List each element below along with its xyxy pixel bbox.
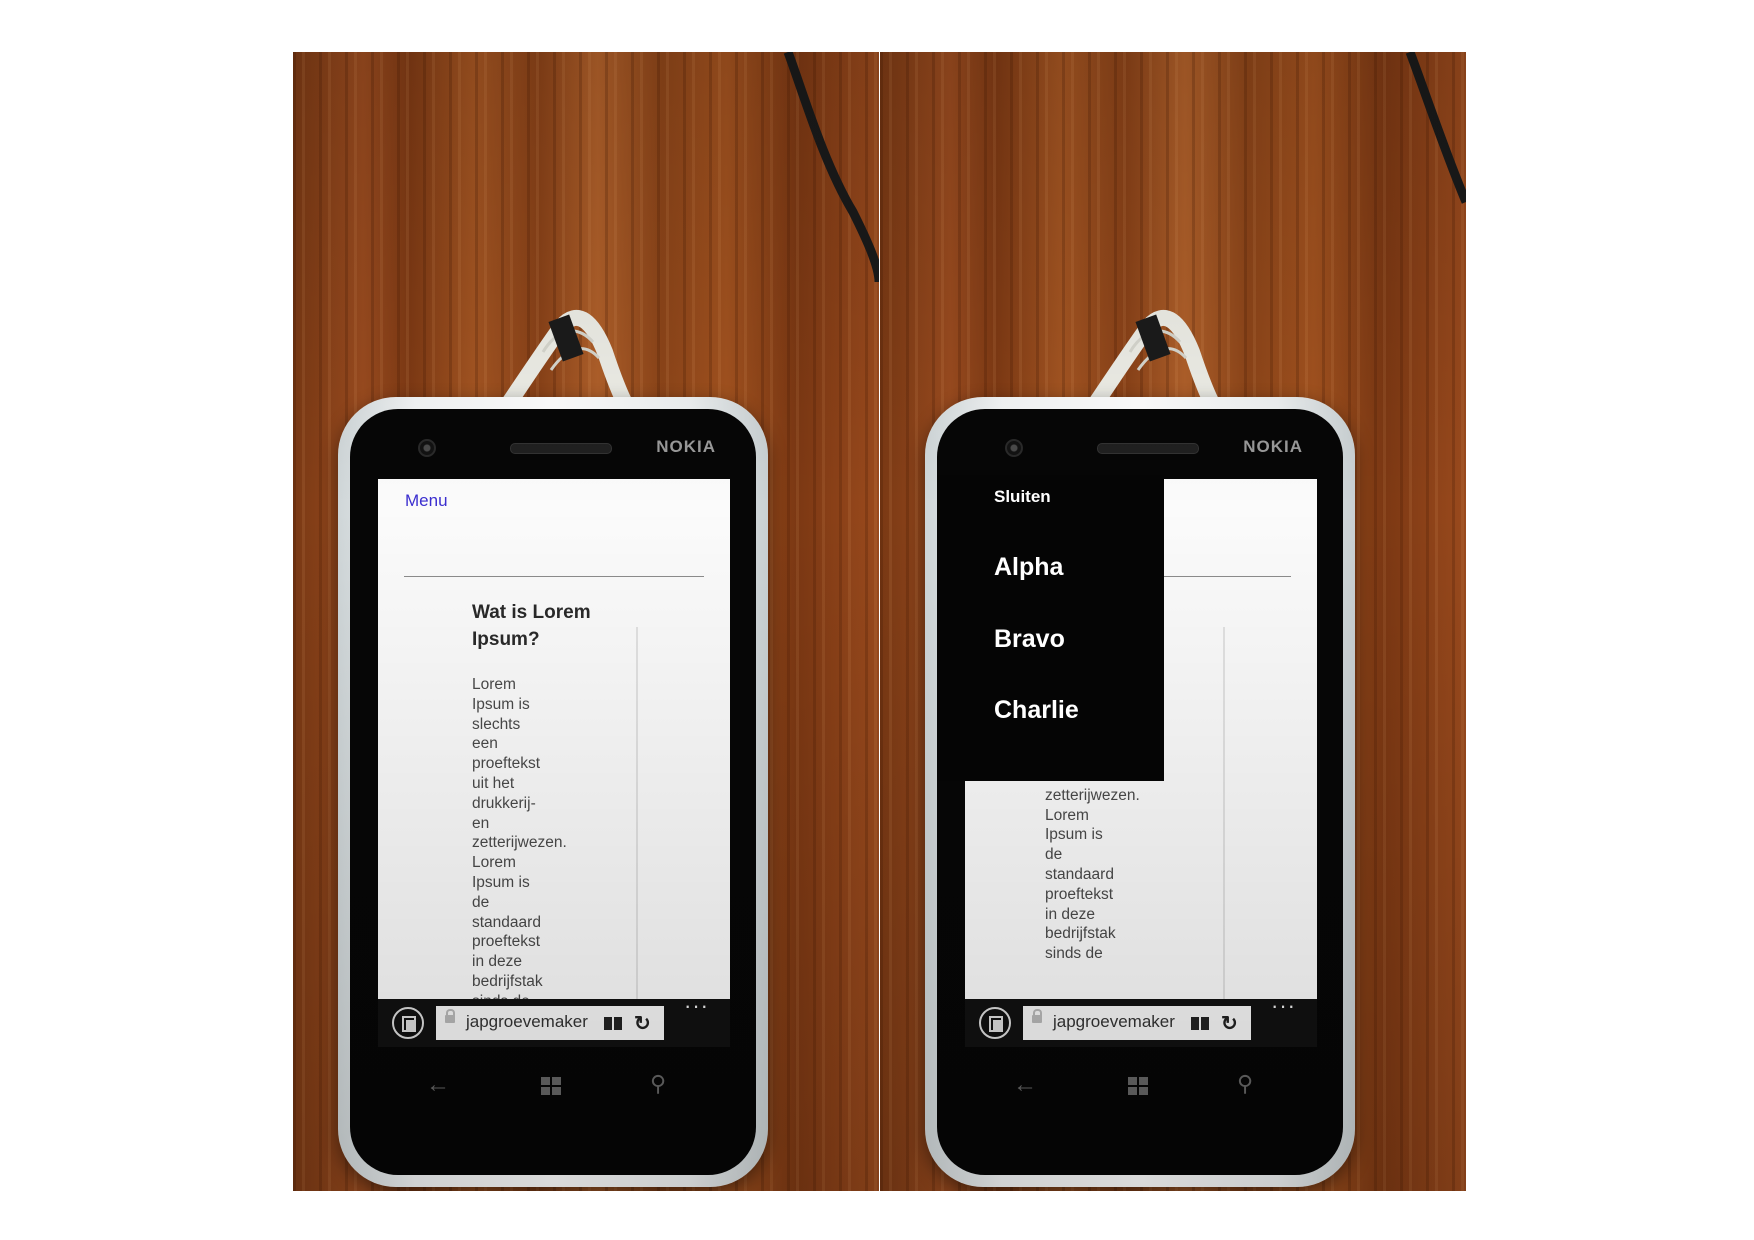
left-photo: NOKIA Menu Wat is Lorem Ipsum? Lorem Ipsu…	[293, 52, 879, 1191]
article-line: proeftekst	[472, 933, 541, 951]
article-line: standaard	[1045, 865, 1114, 883]
phone-bezel: NOKIA enzetterijwezen.LoremIpsum isdesta…	[937, 409, 1343, 1175]
more-icon[interactable]: ···	[1271, 993, 1296, 1019]
reader-icon[interactable]	[1191, 1017, 1211, 1030]
camera-icon	[1005, 439, 1023, 457]
menu-item-bravo[interactable]: Bravo	[994, 625, 1065, 654]
speaker-grille	[510, 443, 612, 454]
article-line: proeftekst	[472, 755, 541, 773]
article-line: sinds de	[472, 992, 592, 999]
back-icon[interactable]: ←	[426, 1071, 450, 1099]
search-icon[interactable]: ⚲	[650, 1071, 666, 1097]
article-line: in deze	[472, 953, 522, 971]
lock-icon	[445, 1009, 455, 1023]
article-line: Lorem	[472, 676, 516, 693]
column-edge	[1223, 627, 1225, 1007]
refresh-icon[interactable]: ↻	[1221, 1011, 1238, 1036]
article-line: Lorem	[472, 854, 516, 872]
windows-icon[interactable]	[1128, 1077, 1150, 1097]
menu-item-alpha[interactable]: Alpha	[994, 553, 1063, 582]
article-line: standaard	[472, 913, 541, 931]
article-line: slechts	[472, 715, 521, 733]
article-line: in deze	[1045, 905, 1095, 923]
article-line: drukkerij-	[472, 794, 536, 812]
camera-icon	[418, 439, 436, 457]
article-line: Ipsum is	[1045, 826, 1103, 844]
tabs-icon[interactable]	[979, 1007, 1011, 1039]
article-line: zetterijwezen.	[1045, 786, 1140, 804]
hardware-nav-bar: ← ⚲	[378, 1049, 730, 1129]
phone-right: NOKIA enzetterijwezen.LoremIpsum isdesta…	[925, 397, 1355, 1187]
article-line: de	[1045, 846, 1063, 864]
article-line: bedrijfstak	[472, 972, 543, 990]
address-bar[interactable]: japgroevemaker ↻	[436, 1006, 664, 1040]
article-line: proeftekst	[1045, 885, 1114, 903]
article-line: een	[472, 735, 498, 753]
hardware-nav-bar: ← ⚲	[965, 1049, 1317, 1129]
reader-icon[interactable]	[604, 1017, 624, 1030]
article-line: Ipsum is	[472, 695, 530, 713]
close-button[interactable]: Sluiten	[994, 487, 1051, 507]
menu-button[interactable]: Menu	[405, 491, 448, 511]
search-icon[interactable]: ⚲	[1237, 1071, 1253, 1097]
article-line: Lorem	[1045, 806, 1089, 824]
article-title: Wat is Lorem Ipsum?	[472, 602, 591, 650]
article-line: uit het	[472, 774, 515, 792]
browser-page: enzetterijwezen.LoremIpsum isdestandaard…	[937, 475, 1317, 1007]
brand-logo: NOKIA	[656, 437, 716, 456]
address-text: japgroevemaker	[1053, 1012, 1175, 1031]
refresh-icon[interactable]: ↻	[634, 1011, 651, 1036]
address-bar[interactable]: japgroevemaker ↻	[1023, 1006, 1251, 1040]
divider	[404, 576, 704, 577]
article-body: Lorem Ipsum is slechts een proeftekst uit het…	[472, 675, 592, 999]
tabs-icon[interactable]	[392, 1007, 424, 1039]
article-line: bedrijfstak	[1045, 925, 1116, 943]
phone-left: NOKIA Menu Wat is Lorem Ipsum? Lorem Ipsu…	[338, 397, 768, 1187]
column-edge	[636, 627, 638, 999]
address-text: japgroevemaker	[466, 1012, 588, 1031]
back-icon[interactable]: ←	[1013, 1071, 1037, 1099]
article-line: zetterijwezen.	[472, 834, 567, 852]
browser-app-bar: japgroevemaker ↻ ···	[378, 993, 730, 1047]
menu-item-charlie[interactable]: Charlie	[994, 696, 1079, 725]
right-photo: NOKIA enzetterijwezen.LoremIpsum isdesta…	[880, 52, 1466, 1191]
lock-icon	[1032, 1009, 1042, 1023]
article-line: Ipsum is	[472, 873, 530, 891]
browser-app-bar: japgroevemaker ↻ ···	[965, 993, 1317, 1047]
windows-icon[interactable]	[541, 1077, 563, 1097]
browser-page: Menu Wat is Lorem Ipsum? Lorem Ipsum is sl…	[378, 479, 730, 999]
article-line: de	[472, 893, 490, 911]
article-line: sinds de	[1045, 945, 1103, 963]
speaker-grille	[1097, 443, 1199, 454]
article-body: enzetterijwezen.LoremIpsum isdestandaard…	[1045, 766, 1165, 964]
brand-logo: NOKIA	[1243, 437, 1303, 456]
more-icon[interactable]: ···	[684, 993, 709, 1019]
phone-bezel: NOKIA Menu Wat is Lorem Ipsum? Lorem Ipsu…	[350, 409, 756, 1175]
navigation-overlay: Sluiten Alpha Bravo Charlie	[937, 475, 1164, 781]
article-line: en	[472, 814, 490, 832]
